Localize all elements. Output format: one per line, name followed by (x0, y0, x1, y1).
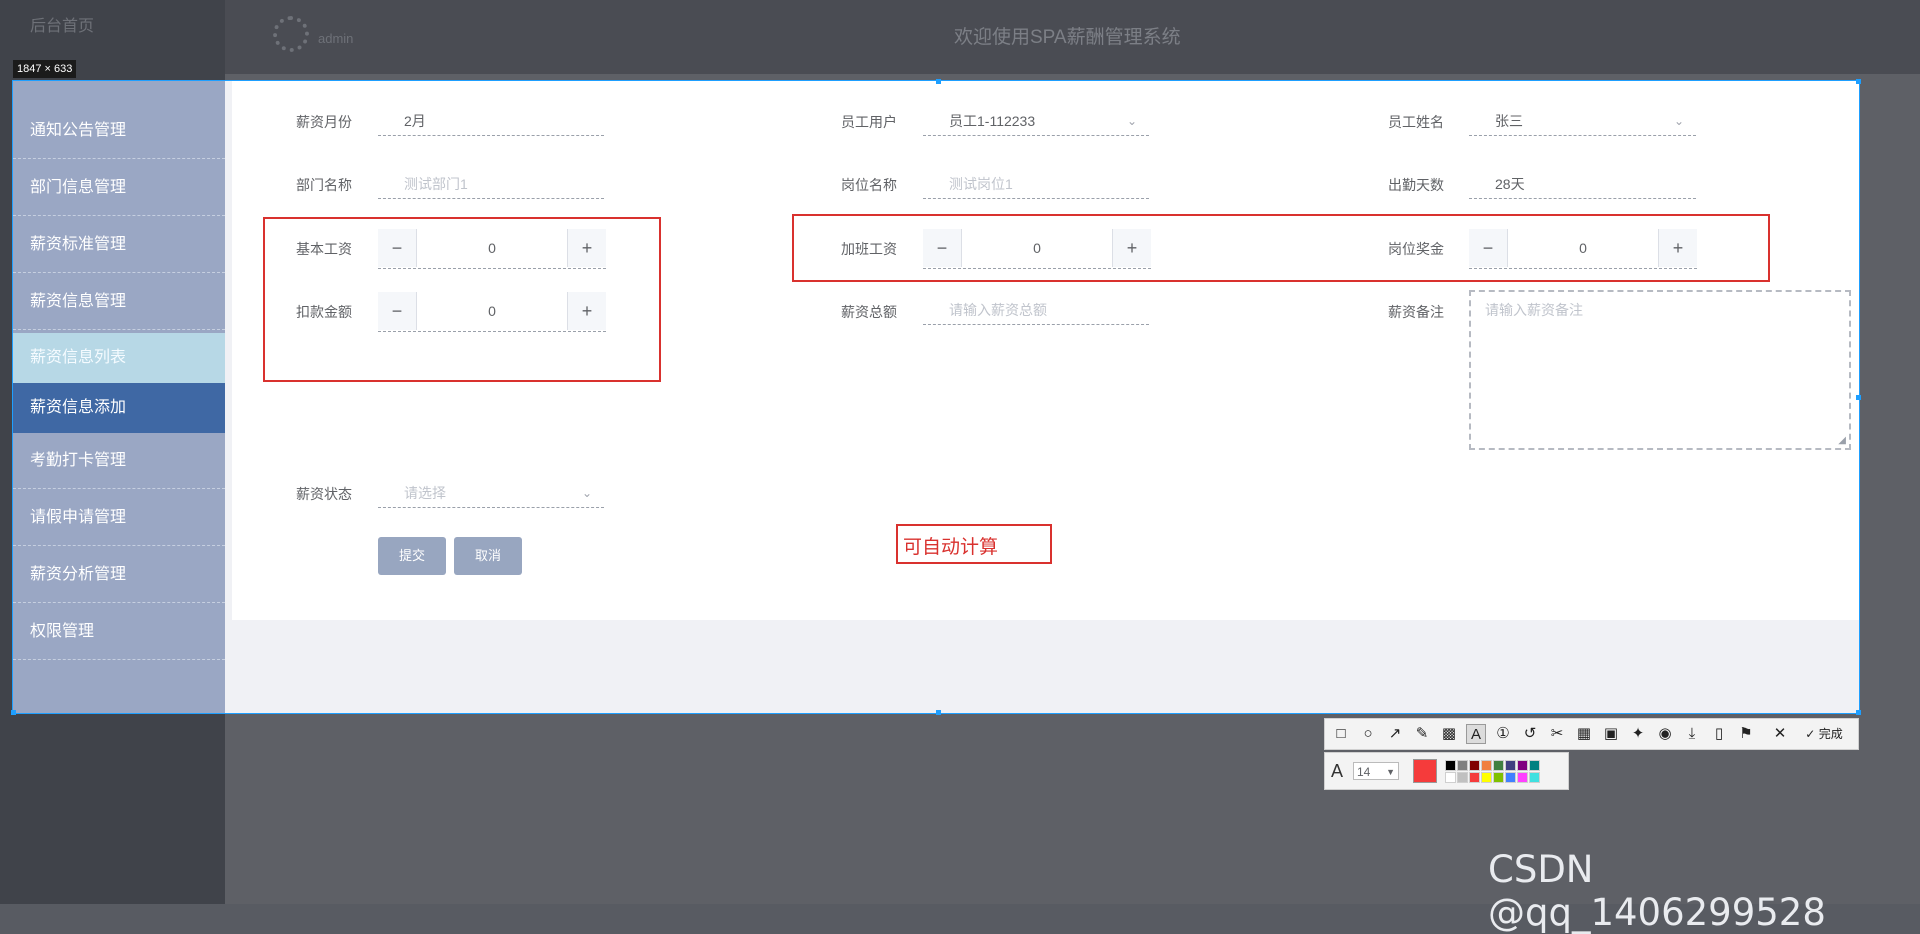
name-select[interactable]: 张三 ⌄ (1469, 106, 1696, 136)
status-placeholder: 请选择 (404, 485, 446, 501)
color-swatch[interactable] (1493, 760, 1504, 771)
current-color-swatch[interactable] (1413, 759, 1437, 783)
color-swatch[interactable] (1517, 772, 1528, 783)
watermark: CSDN @qq_1406299528 (1488, 848, 1826, 934)
color-swatch[interactable] (1445, 772, 1456, 783)
user-label: 员工用户 (841, 114, 897, 130)
capture-handle[interactable] (1856, 79, 1861, 84)
text-style-toolbar: A 14 ▼ (1324, 752, 1569, 790)
close-icon[interactable]: ✕ (1770, 724, 1790, 744)
record-icon[interactable]: ◉ (1655, 724, 1675, 744)
capture-size-badge: 1847 × 633 (13, 60, 77, 78)
capture-region[interactable]: 通知公告管理 部门信息管理 薪资标准管理 薪资信息管理 薪资信息列表 薪资信息添… (12, 80, 1860, 714)
dept-label: 部门名称 (296, 177, 352, 193)
color-swatch[interactable] (1457, 772, 1468, 783)
remark-placeholder: 请输入薪资备注 (1485, 302, 1583, 318)
sidebar-item-home[interactable]: 后台首页 (30, 12, 94, 36)
resize-handle-icon[interactable]: ◢ (1838, 435, 1846, 446)
font-size-select[interactable]: 14 ▼ (1353, 762, 1399, 780)
capture-handle[interactable] (1856, 710, 1861, 715)
chevron-down-icon: ▼ (1386, 767, 1395, 777)
annotation-text: 可自动计算 (903, 537, 999, 558)
sidebar-item-leave[interactable]: 请假申请管理 (13, 490, 225, 546)
pin-icon[interactable]: ✦ (1628, 724, 1648, 744)
color-swatch[interactable] (1505, 772, 1516, 783)
sidebar-item-salary-info[interactable]: 薪资信息管理 (13, 274, 225, 330)
color-swatch[interactable] (1517, 760, 1528, 771)
month-input[interactable]: 2月 (378, 106, 604, 136)
ellipse-tool-icon[interactable]: ○ (1358, 724, 1378, 744)
color-swatch[interactable] (1505, 760, 1516, 771)
sidebar-item-permissions[interactable]: 权限管理 (13, 604, 225, 660)
color-swatch[interactable] (1529, 772, 1540, 783)
status-label: 薪资状态 (296, 486, 352, 502)
text-tool-icon[interactable]: A (1466, 724, 1486, 744)
sidebar-item-notice[interactable]: 通知公告管理 (13, 103, 225, 159)
month-label: 薪资月份 (296, 114, 352, 130)
pen-tool-icon[interactable]: ✎ (1412, 724, 1432, 744)
done-label: 完成 (1818, 727, 1843, 741)
chevron-down-icon: ⌄ (1126, 114, 1137, 128)
crop-icon[interactable]: ✂ (1547, 724, 1567, 744)
attendance-label: 出勤天数 (1388, 177, 1444, 193)
sidebar: 通知公告管理 部门信息管理 薪资标准管理 薪资信息管理 薪资信息列表 薪资信息添… (13, 81, 225, 713)
color-swatch[interactable] (1457, 760, 1468, 771)
remark-textarea[interactable]: 请输入薪资备注 ◢ (1469, 290, 1851, 450)
annotation-box (792, 214, 1770, 282)
post-label: 岗位名称 (841, 177, 897, 193)
translate-icon[interactable]: ▦ (1574, 724, 1594, 744)
user-select[interactable]: 员工1-112233 ⌄ (923, 106, 1149, 136)
color-swatch[interactable] (1529, 760, 1540, 771)
sidebar-item-salary-list[interactable]: 薪资信息列表 (13, 333, 225, 383)
remark-label: 薪资备注 (1388, 304, 1444, 320)
download-icon[interactable]: ⤓ (1682, 724, 1702, 744)
post-input[interactable]: 测试岗位1 (923, 169, 1149, 199)
sidebar-item-analysis[interactable]: 薪资分析管理 (13, 547, 225, 603)
color-swatch[interactable] (1493, 772, 1504, 783)
username: admin (318, 31, 354, 46)
color-swatch[interactable] (1445, 760, 1456, 771)
phone-icon[interactable]: ▯ (1709, 724, 1729, 744)
rectangle-tool-icon[interactable]: □ (1331, 724, 1351, 744)
name-label: 员工姓名 (1388, 114, 1444, 130)
dept-input[interactable]: 测试部门1 (378, 169, 604, 199)
status-select[interactable]: 请选择 ⌄ (378, 478, 604, 508)
capture-toolbar: □ ○ ↗ ✎ ▩ A ① ↺ ✂ ▦ ▣ ✦ ◉ ⤓ ▯ ⚑ ✕ ✓ 完成 (1324, 718, 1859, 750)
color-swatch[interactable] (1481, 772, 1492, 783)
undo-icon[interactable]: ↺ (1520, 724, 1540, 744)
avatar[interactable] (273, 16, 309, 52)
font-size-value: 14 (1357, 765, 1371, 779)
chevron-down-icon: ⌄ (1673, 114, 1684, 128)
color-swatch[interactable] (1481, 760, 1492, 771)
user-select-value: 员工1-112233 (949, 113, 1036, 129)
ocr-icon[interactable]: ▣ (1601, 724, 1621, 744)
submit-button[interactable]: 提交 (378, 537, 446, 575)
chevron-down-icon: ⌄ (581, 486, 592, 500)
annotation-box (263, 217, 661, 382)
bookmark-icon[interactable]: ⚑ (1736, 724, 1756, 744)
name-select-value: 张三 (1495, 113, 1523, 129)
sidebar-item-department[interactable]: 部门信息管理 (13, 160, 225, 216)
total-label: 薪资总额 (841, 304, 897, 320)
capture-handle[interactable] (936, 710, 941, 715)
cancel-button[interactable]: 取消 (454, 537, 522, 575)
sidebar-item-salary-add[interactable]: 薪资信息添加 (13, 383, 225, 433)
header-title: 欢迎使用SPA薪酬管理系统 (954, 27, 1181, 48)
color-swatch[interactable] (1469, 760, 1480, 771)
done-button[interactable]: ✓ 完成 (1799, 724, 1849, 744)
capture-handle[interactable] (1856, 395, 1861, 400)
color-swatch[interactable] (1469, 772, 1480, 783)
attendance-input[interactable]: 28天 (1469, 169, 1696, 199)
sidebar-item-attendance[interactable]: 考勤打卡管理 (13, 433, 225, 489)
font-icon: A (1331, 761, 1344, 781)
sidebar-item-salary-standard[interactable]: 薪资标准管理 (13, 217, 225, 273)
mosaic-tool-icon[interactable]: ▩ (1439, 724, 1459, 744)
arrow-tool-icon[interactable]: ↗ (1385, 724, 1405, 744)
capture-handle[interactable] (11, 710, 16, 715)
number-tool-icon[interactable]: ① (1493, 724, 1513, 744)
total-input[interactable]: 请输入薪资总额 (923, 295, 1149, 325)
capture-handle[interactable] (936, 79, 941, 84)
